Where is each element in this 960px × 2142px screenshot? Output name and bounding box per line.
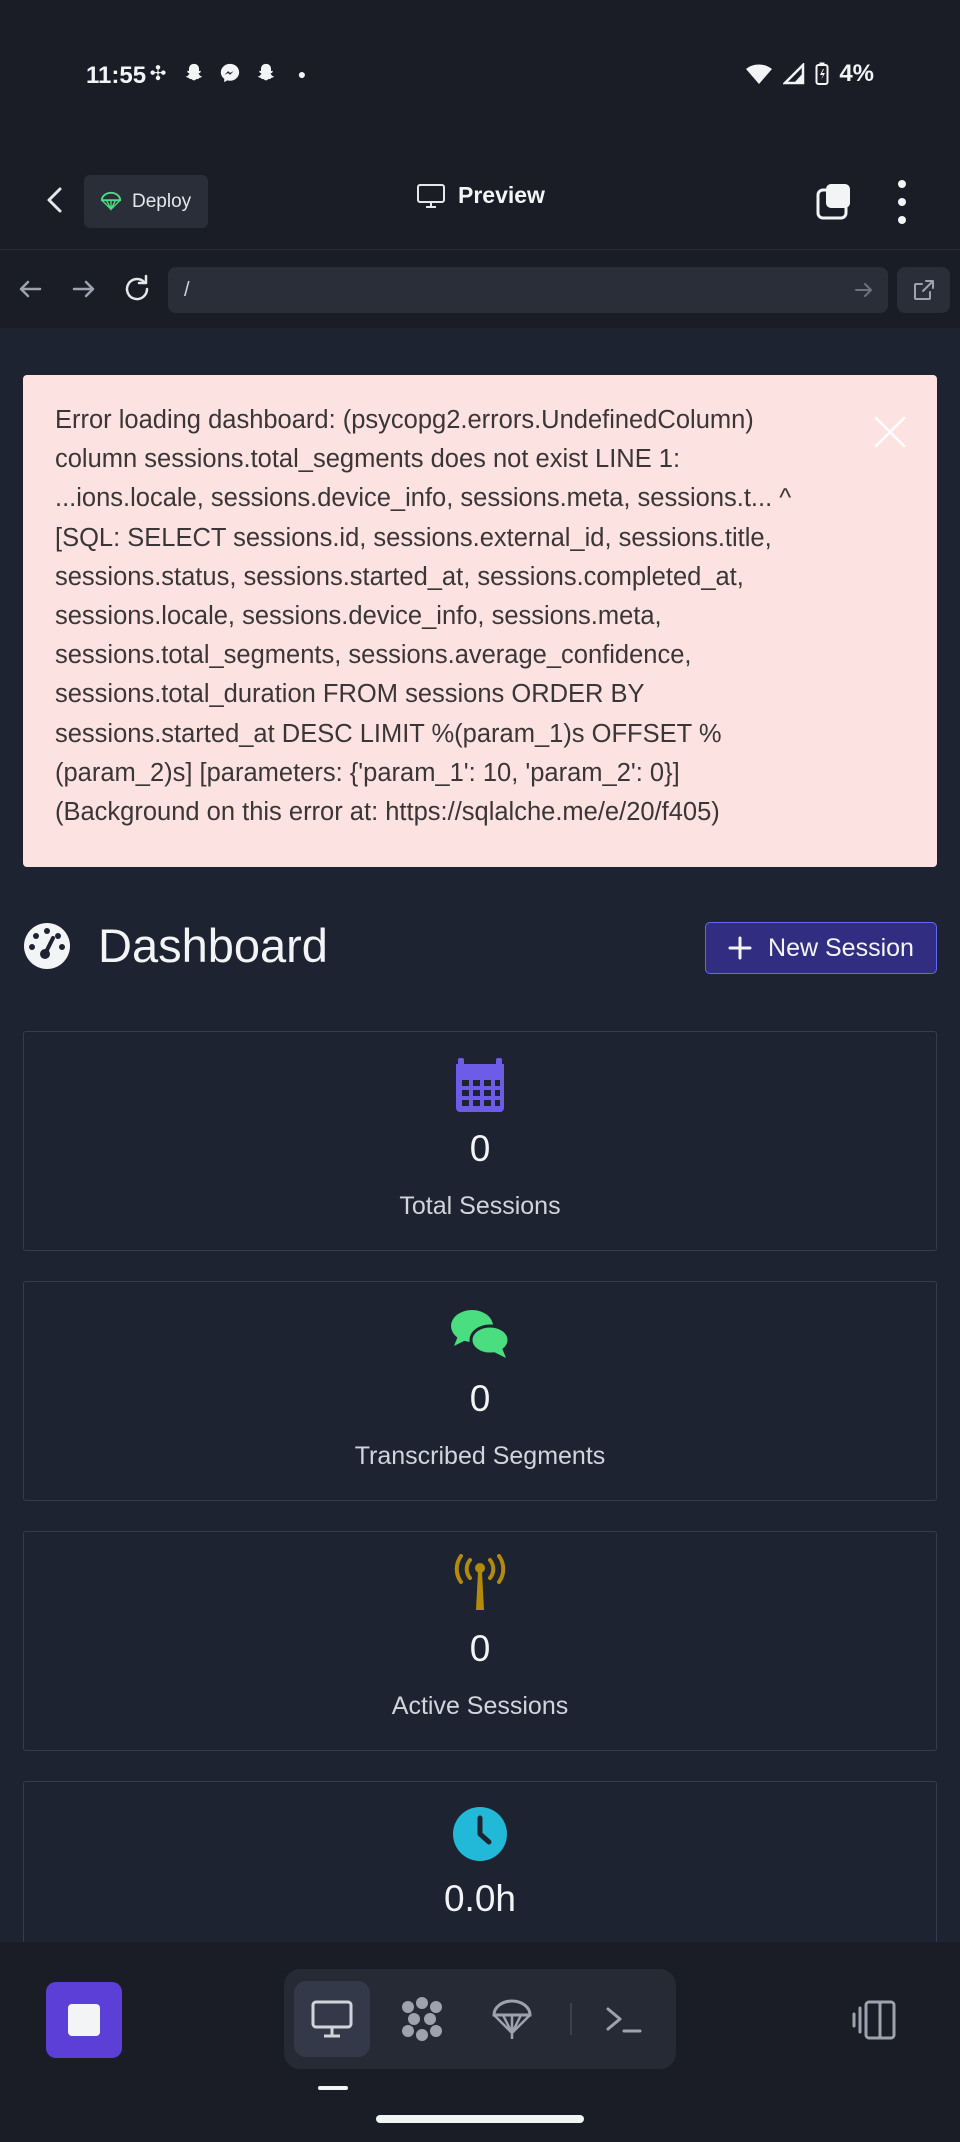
page-content: Error loading dashboard: (psycopg2.error… bbox=[0, 328, 960, 1942]
divider bbox=[570, 2003, 572, 2035]
tab-deploy[interactable] bbox=[474, 1981, 550, 2057]
plus-icon bbox=[728, 936, 752, 960]
new-session-button[interactable]: New Session bbox=[705, 922, 937, 974]
preview-label: Preview bbox=[458, 182, 545, 208]
back-button[interactable] bbox=[36, 180, 76, 220]
error-line: ...ions.locale, sessions.device_info, se… bbox=[55, 484, 792, 513]
snapchat-icon bbox=[254, 62, 278, 86]
broadcast-tower-icon bbox=[454, 1554, 506, 1610]
url-bar bbox=[0, 250, 960, 328]
error-line: sessions.started_at DESC LIMIT %(param_1… bbox=[55, 719, 722, 748]
more-options-button[interactable] bbox=[890, 180, 914, 224]
notification-icons: ✣ ● bbox=[146, 62, 314, 86]
open-external-button[interactable] bbox=[897, 267, 950, 313]
close-icon[interactable] bbox=[871, 413, 909, 451]
clock-icon bbox=[453, 1807, 507, 1861]
slack-icon: ✣ bbox=[149, 63, 167, 85]
stat-label: Active Sessions bbox=[391, 1692, 569, 1720]
stat-card-transcribed-segments: 0 Transcribed Segments bbox=[23, 1281, 937, 1501]
battery-icon bbox=[815, 62, 829, 85]
messenger-icon bbox=[218, 62, 242, 86]
network-icon bbox=[402, 1997, 442, 2041]
refresh-icon[interactable] bbox=[120, 272, 154, 306]
parachute-icon bbox=[100, 191, 122, 211]
calendar-icon bbox=[456, 1058, 504, 1112]
tab-preview[interactable] bbox=[294, 1981, 370, 2057]
chevron-left-icon bbox=[47, 187, 62, 213]
app-bar: Deploy Preview bbox=[0, 150, 960, 250]
go-arrow-icon[interactable] bbox=[852, 278, 876, 302]
stop-icon bbox=[68, 2004, 100, 2036]
tab-console[interactable] bbox=[586, 1981, 662, 2057]
stat-card-total-sessions: 0 Total Sessions bbox=[23, 1031, 937, 1251]
stat-value: 0.0h bbox=[443, 1878, 516, 1919]
deploy-label: Deploy bbox=[132, 190, 192, 212]
tabs-button[interactable] bbox=[814, 182, 854, 222]
error-line: [SQL: SELECT sessions.id, sessions.exter… bbox=[55, 523, 772, 552]
side-panel-button[interactable] bbox=[850, 1998, 898, 2042]
battery-percent: 4% bbox=[839, 60, 874, 87]
dot-icon: ● bbox=[297, 66, 307, 82]
external-link-icon bbox=[913, 280, 934, 300]
stat-value: 0 bbox=[469, 1128, 491, 1169]
arrow-right-icon[interactable] bbox=[67, 272, 101, 306]
error-line: sessions.total_duration FROM sessions OR… bbox=[55, 680, 645, 709]
stat-label: Total Sessions bbox=[399, 1192, 561, 1220]
arrow-left-icon[interactable] bbox=[13, 272, 47, 306]
dot bbox=[898, 216, 906, 224]
comments-icon bbox=[451, 1310, 511, 1358]
preview-title: Preview bbox=[416, 182, 545, 209]
tab-workflows[interactable] bbox=[384, 1981, 460, 2057]
stat-card-total-duration: 0.0h bbox=[23, 1781, 937, 1942]
error-message[interactable]: Error loading dashboard: (psycopg2.error… bbox=[55, 401, 842, 832]
wifi-icon bbox=[746, 64, 773, 84]
status-bar: 11:55 ✣ ● 4% bbox=[0, 0, 960, 150]
status-time: 11:55 bbox=[86, 62, 147, 89]
stat-card-active-sessions: 0 Active Sessions bbox=[23, 1531, 937, 1751]
error-line: sessions.status, sessions.started_at, se… bbox=[55, 562, 744, 591]
monitor-icon bbox=[311, 2000, 353, 2038]
error-line: (Background on this error at: https://sq… bbox=[55, 798, 720, 827]
tabs-icon bbox=[816, 184, 850, 220]
system-icons: 4% bbox=[745, 60, 874, 88]
dot bbox=[898, 198, 906, 206]
active-tab-indicator bbox=[318, 2086, 348, 2090]
deploy-button[interactable]: Deploy bbox=[84, 175, 208, 228]
view-switcher bbox=[284, 1969, 676, 2069]
dot bbox=[898, 180, 906, 188]
error-line: sessions.total_segments, sessions.averag… bbox=[55, 641, 692, 670]
stat-label: Transcribed Segments bbox=[354, 1442, 606, 1470]
dashboard-header: Dashboard New Session bbox=[23, 916, 937, 976]
terminal-icon bbox=[606, 2007, 642, 2033]
error-alert: Error loading dashboard: (psycopg2.error… bbox=[23, 375, 937, 867]
stat-value: 0 bbox=[469, 1628, 491, 1669]
stat-value: 0 bbox=[469, 1378, 491, 1419]
error-line: Error loading dashboard: (psycopg2.error… bbox=[55, 406, 754, 434]
parachute-icon bbox=[492, 1999, 532, 2039]
home-indicator[interactable] bbox=[376, 2115, 584, 2123]
bottom-toolbar bbox=[0, 1942, 960, 2142]
error-line: column sessions.total_segments does not … bbox=[55, 445, 681, 474]
page-title: Dashboard bbox=[98, 919, 328, 972]
error-line: sessions.locale, sessions.device_info, s… bbox=[55, 602, 662, 631]
signal-icon bbox=[783, 63, 805, 85]
new-session-label: New Session bbox=[768, 933, 914, 962]
url-input[interactable] bbox=[168, 267, 888, 313]
monitor-icon bbox=[417, 183, 445, 208]
error-line: (param_2)s] [parameters: {'param_1': 10,… bbox=[55, 758, 680, 787]
snapchat-icon bbox=[182, 62, 206, 86]
stop-button[interactable] bbox=[46, 1982, 122, 2058]
side-panel-icon bbox=[852, 2000, 896, 2040]
tachometer-icon bbox=[24, 923, 70, 969]
